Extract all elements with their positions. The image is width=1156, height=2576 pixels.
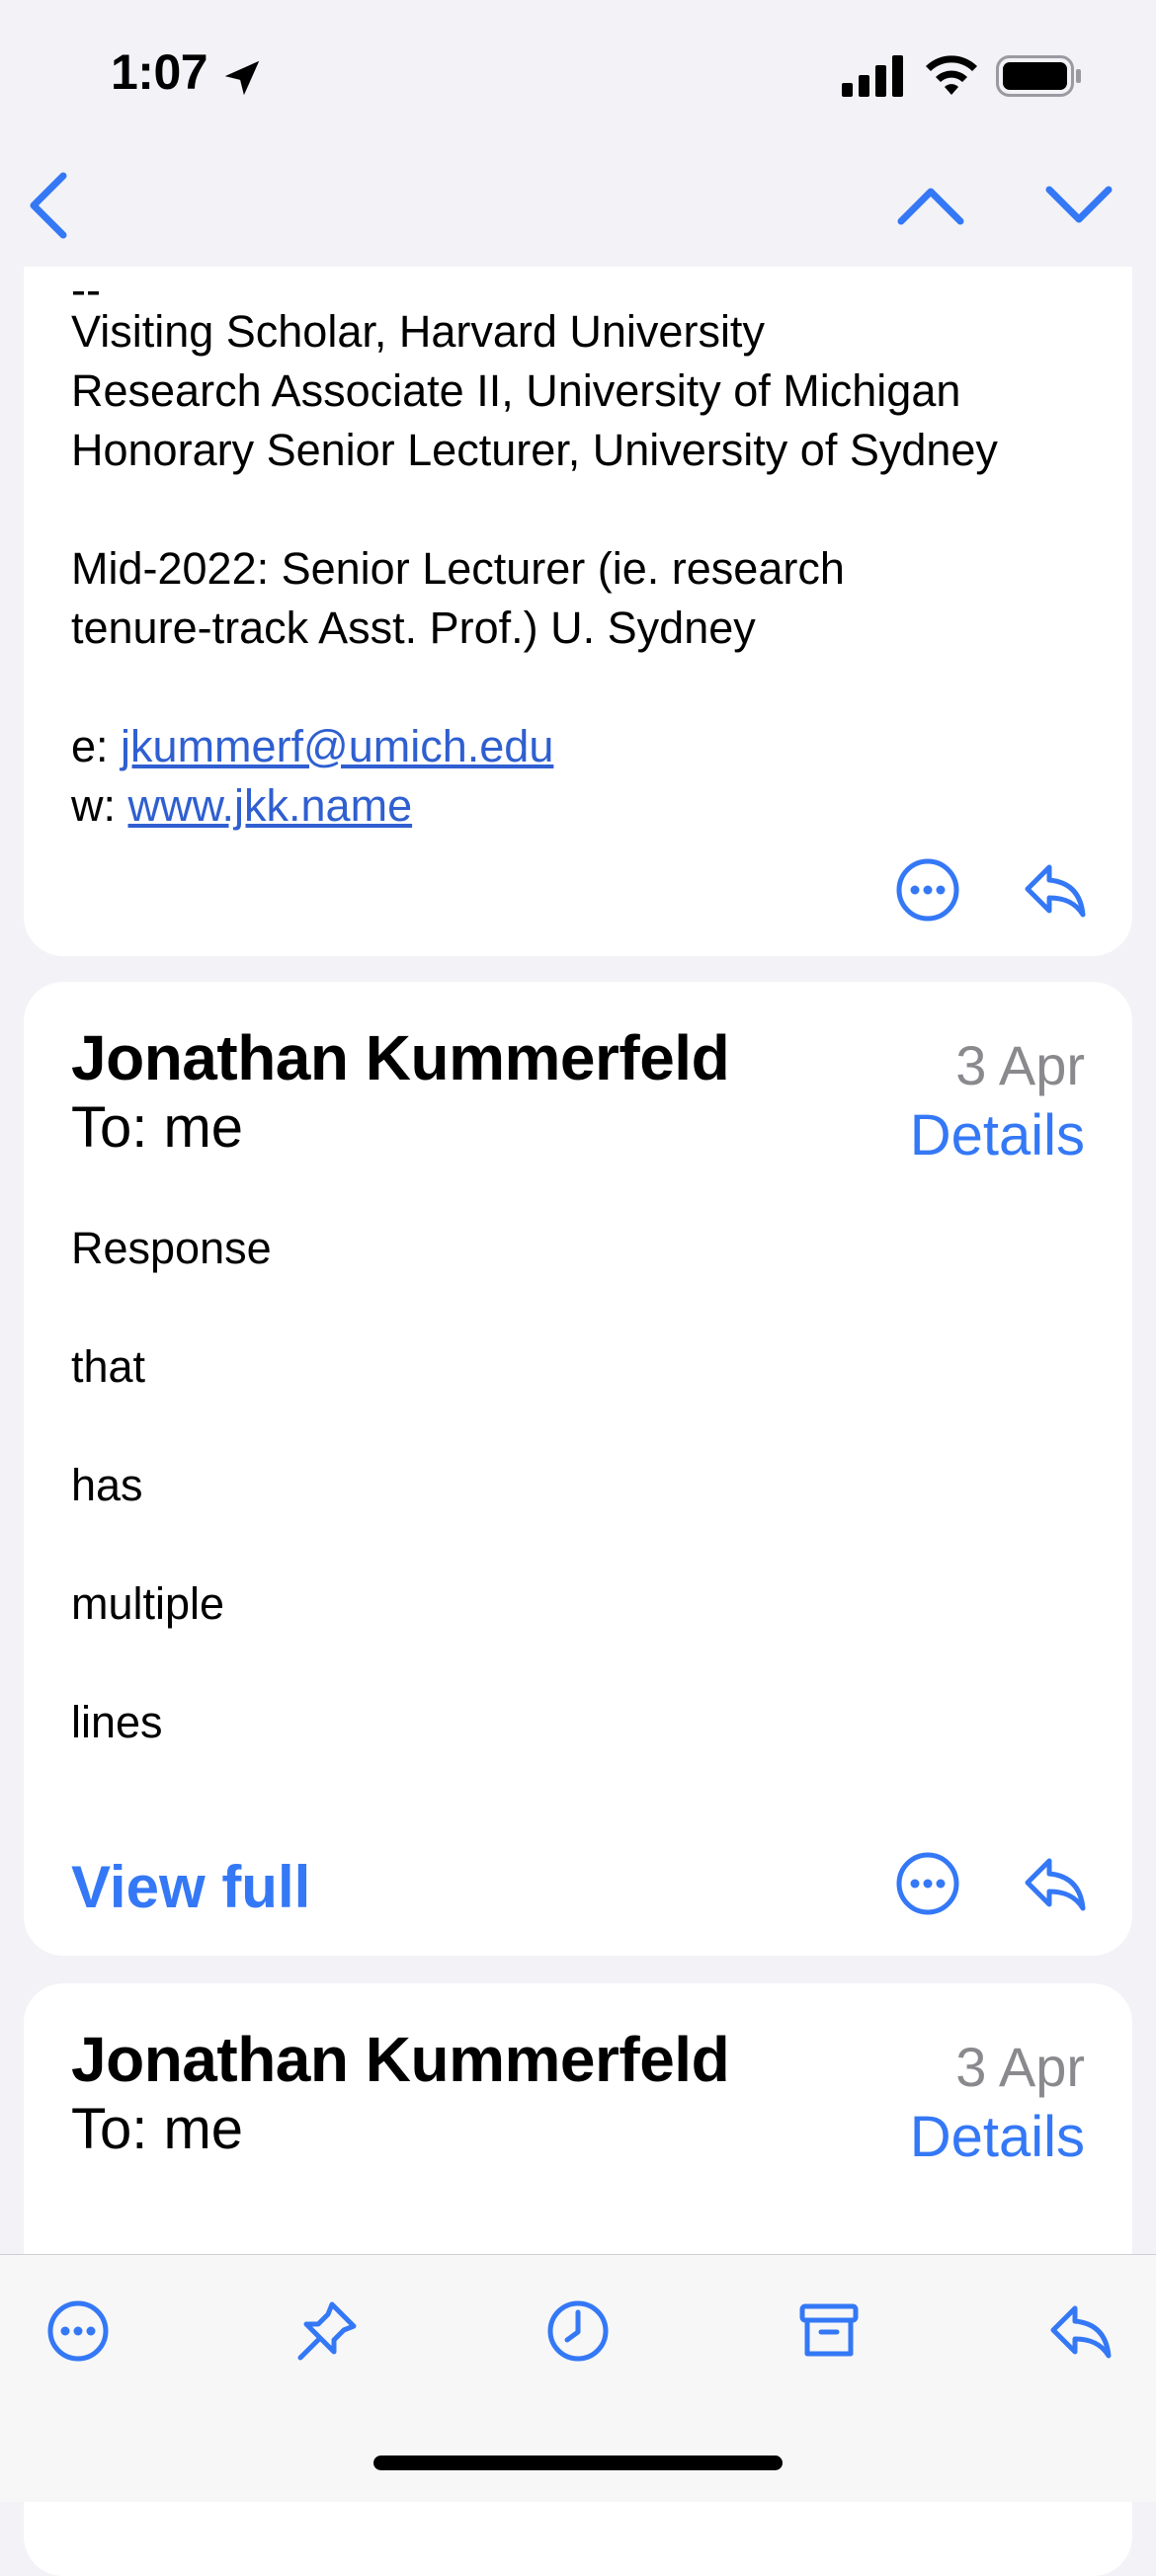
pin-icon[interactable] (292, 2296, 362, 2366)
battery-icon (996, 55, 1083, 97)
previous-message-chevron-up-icon[interactable] (893, 170, 968, 239)
more-options-icon[interactable] (893, 855, 962, 925)
web-prefix: w: (71, 780, 128, 831)
details-button[interactable]: Details (910, 2104, 1085, 2170)
message-body-line: multiple (71, 1578, 225, 1629)
signature-line: Honorary Senior Lecturer, University of … (71, 425, 998, 475)
recipient-line: To: me (71, 1095, 244, 1160)
recipient-line: To: me (71, 2097, 244, 2161)
status-time: 1:07 (111, 44, 208, 100)
reply-icon[interactable] (1020, 855, 1089, 925)
home-indicator[interactable] (373, 2455, 783, 2470)
navigation-bar (0, 148, 1156, 267)
message-body-line: lines (71, 1697, 163, 1747)
more-options-icon[interactable] (43, 2296, 113, 2366)
email-link[interactable]: jkummerf@umich.edu (121, 721, 553, 771)
signature-line: Visiting Scholar, Harvard University (71, 306, 765, 357)
cellular-signal-icon (842, 55, 905, 97)
message-card-signature: -- Visiting Scholar, Harvard University … (24, 237, 1132, 956)
signature-email-row: e: jkummerf@umich.edu (71, 717, 553, 776)
signature-note-line: tenure-track Asst. Prof.) U. Sydney (71, 603, 756, 653)
reply-icon[interactable] (1045, 2296, 1115, 2366)
sender-name: Jonathan Kummerfeld (71, 2024, 730, 2095)
more-options-icon[interactable] (893, 1849, 962, 1918)
email-prefix: e: (71, 721, 122, 771)
message-body-line: that (71, 1341, 146, 1392)
status-bar: 1:07 (0, 0, 1156, 148)
sender-name: Jonathan Kummerfeld (71, 1022, 730, 1093)
message-body-line: has (71, 1460, 143, 1510)
clock-icon[interactable] (543, 2296, 613, 2366)
message-body-line: Response (71, 1223, 272, 1273)
signature-note-line: Mid-2022: Senior Lecturer (ie. research (71, 543, 845, 594)
signature-web-row: w: www.jkk.name (71, 776, 412, 836)
next-message-chevron-down-icon[interactable] (1041, 170, 1116, 239)
details-button[interactable]: Details (910, 1102, 1085, 1168)
wifi-icon (924, 53, 979, 97)
view-full-button[interactable]: View full (71, 1853, 310, 1921)
message-date: 3 Apr (955, 1034, 1085, 1096)
location-arrow-icon (219, 55, 265, 101)
archive-icon[interactable] (794, 2296, 864, 2366)
back-chevron-icon[interactable] (20, 166, 83, 245)
message-card[interactable]: Jonathan Kummerfeld 3 Apr To: me Details… (24, 982, 1132, 1956)
message-date: 3 Apr (955, 2036, 1085, 2098)
signature-line: Research Associate II, University of Mic… (71, 365, 961, 416)
reply-icon[interactable] (1020, 1849, 1089, 1918)
web-link[interactable]: www.jkk.name (128, 780, 413, 831)
